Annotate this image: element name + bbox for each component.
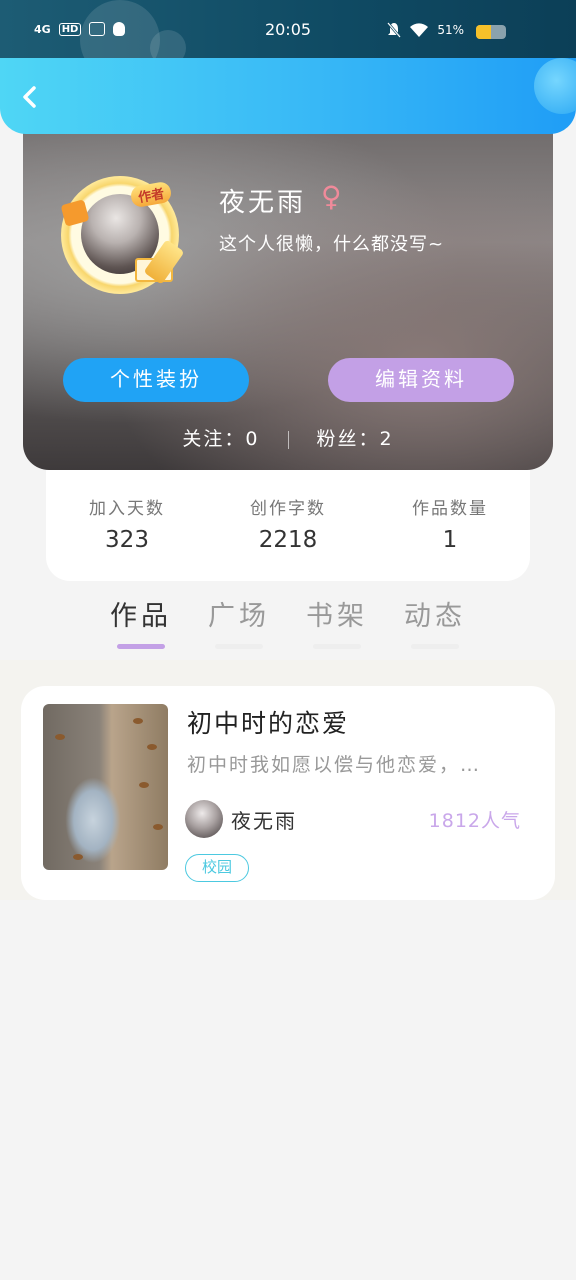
list-item[interactable]: 初中时的恋爱 初中时我如愿以偿与他恋爱，… 夜无雨 1812人气 校园: [21, 686, 555, 900]
status-bar: 4G HD 20:05 51%: [0, 0, 576, 80]
bell-off-icon: [387, 22, 402, 38]
decor-leaf: [153, 824, 163, 830]
battery-text: 51%: [437, 23, 464, 37]
tab-indicator: [117, 644, 165, 649]
battery-icon: [476, 25, 506, 39]
edit-profile-button[interactable]: 编辑资料: [328, 358, 514, 402]
decor-leaf: [73, 854, 83, 860]
tab-label: 广场: [208, 601, 270, 632]
decor-leaf: [147, 744, 157, 750]
tab-activity[interactable]: 动态: [395, 594, 475, 649]
top-header: [0, 58, 576, 134]
works-list: 初中时的恋爱 初中时我如愿以偿与他恋爱，… 夜无雨 1812人气 校园: [0, 660, 576, 900]
avatar-frame[interactable]: 作者: [60, 176, 185, 294]
tab-square[interactable]: 广场: [199, 594, 279, 649]
author-row: 夜无雨: [185, 800, 297, 838]
stat-word-count: 创作字数 2218: [218, 494, 358, 553]
profile-card: 作者 夜无雨 ♀ 这个人很懒，什么都没写~ 个性装扮 编辑资料 关注：0 粉丝：2: [23, 120, 553, 470]
stat-label: 加入天数: [89, 499, 165, 519]
decor-leaf: [133, 718, 143, 724]
decor-leaf: [55, 734, 65, 740]
stat-join-days: 加入天数 323: [57, 494, 197, 553]
stat-value: 2218: [258, 527, 318, 553]
tab-indicator: [313, 644, 361, 649]
battery-fill: [476, 25, 492, 39]
following-count[interactable]: 关注：0: [182, 428, 259, 450]
wifi-icon: [410, 23, 429, 37]
username: 夜无雨: [219, 188, 307, 218]
book-description: 初中时我如愿以偿与他恋爱，…: [187, 754, 482, 776]
stat-works-count: 作品数量 1: [380, 494, 520, 553]
bio: 这个人很懒，什么都没写~: [219, 234, 445, 255]
book-title[interactable]: 初中时的恋爱: [187, 704, 349, 740]
tab-label: 书架: [306, 601, 368, 632]
stat-label: 作品数量: [412, 499, 488, 519]
female-icon: ♀: [321, 180, 342, 213]
tab-indicator: [411, 644, 459, 649]
stats-card: 加入天数 323 创作字数 2218 作品数量 1: [46, 460, 530, 581]
stat-value: 323: [105, 527, 149, 553]
dress-up-button[interactable]: 个性装扮: [63, 358, 249, 402]
chevron-left-icon[interactable]: [20, 86, 42, 108]
author-name: 夜无雨: [231, 808, 297, 833]
tab-bar: 作品 广场 书架 动态: [0, 590, 576, 660]
follow-stats: 关注：0 粉丝：2: [23, 424, 553, 451]
divider: [287, 430, 289, 449]
book-cover[interactable]: [43, 704, 168, 870]
status-right: 51%: [387, 22, 464, 38]
decor-leaf: [139, 782, 149, 788]
followers-count[interactable]: 粉丝：2: [317, 428, 394, 450]
tab-indicator: [215, 644, 263, 649]
tab-label: 动态: [404, 601, 466, 632]
genre-tag[interactable]: 校园: [185, 854, 250, 882]
tab-works[interactable]: 作品: [101, 594, 181, 649]
popularity: 1812人气: [428, 810, 521, 832]
tab-label: 作品: [110, 601, 172, 632]
stat-value: 1: [442, 527, 458, 553]
stat-label: 创作字数: [250, 499, 326, 519]
author-avatar: [185, 800, 223, 838]
decor-orb: [534, 58, 576, 114]
tab-bookshelf[interactable]: 书架: [297, 594, 377, 649]
author-badge: 作者: [129, 180, 173, 209]
